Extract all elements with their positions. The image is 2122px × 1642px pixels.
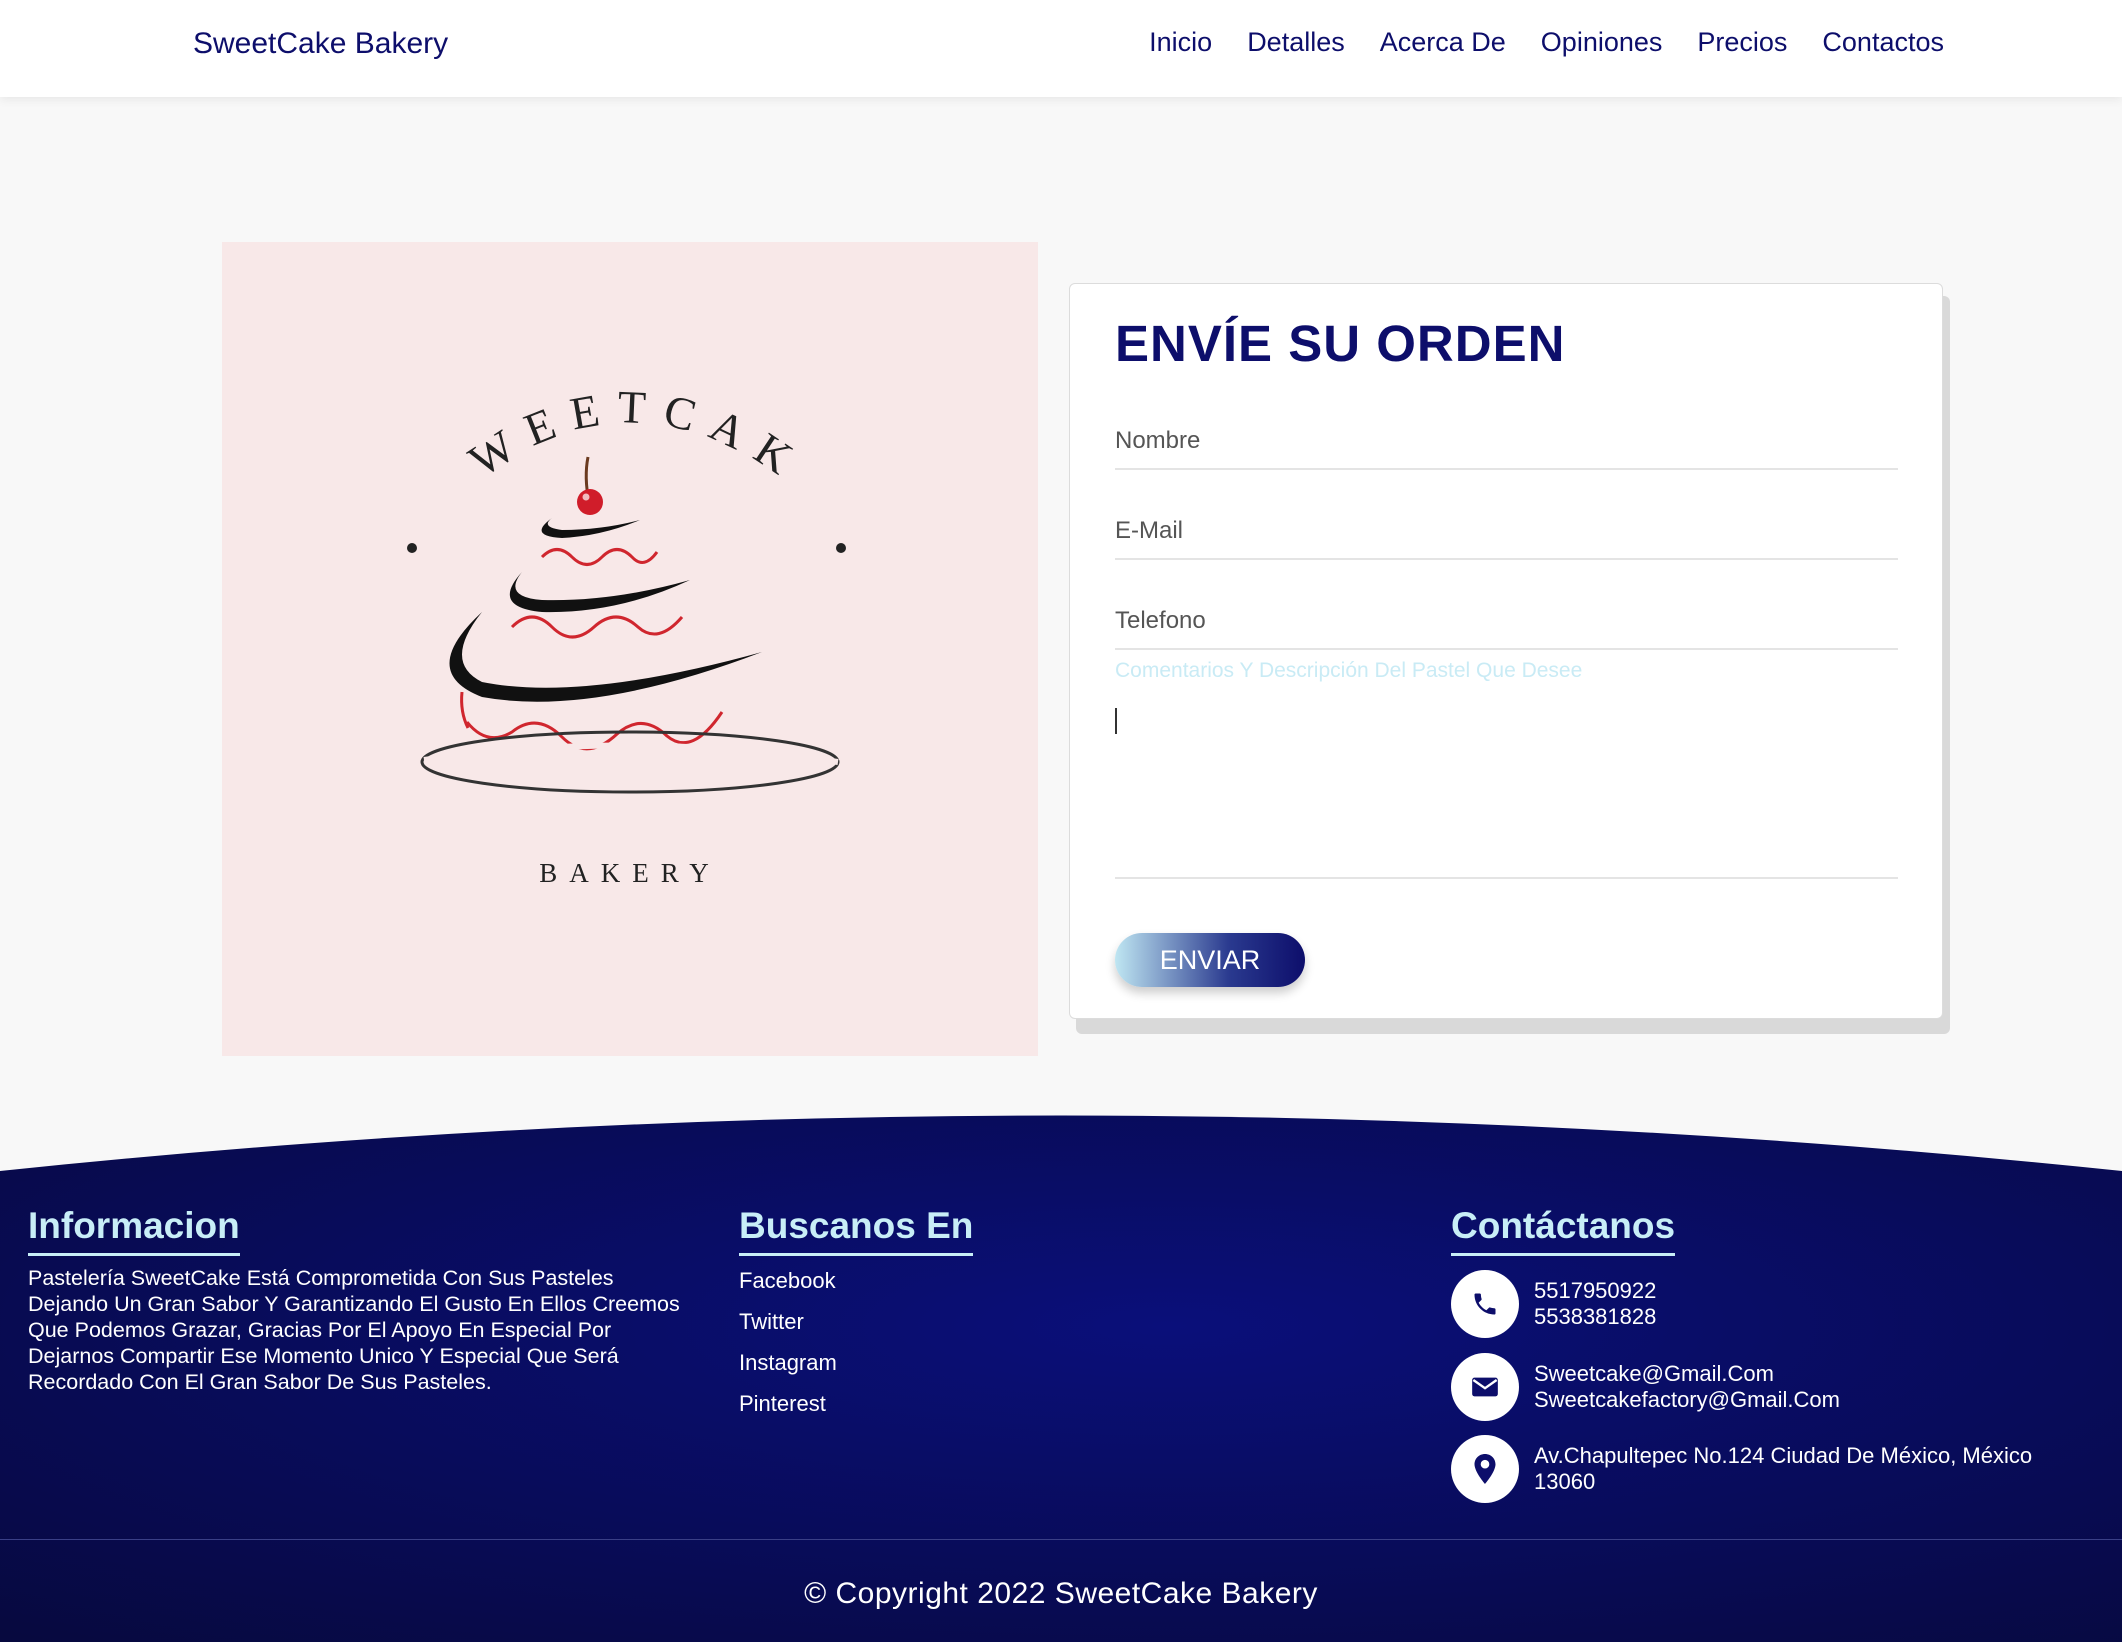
- copyright-text: © Copyright 2022 SweetCake Bakery: [804, 1577, 1318, 1610]
- info-paragraph: Pastelería SweetCake Está Comprometida C…: [28, 1266, 680, 1394]
- footer: Informacion Pastelería SweetCake Está Co…: [0, 1115, 2122, 1642]
- email-1[interactable]: Sweetcake@Gmail.Com: [1534, 1361, 1840, 1387]
- phone-number-1[interactable]: 5517950922: [1534, 1278, 1656, 1304]
- instagram-link[interactable]: Instagram: [739, 1350, 837, 1375]
- social-links: Facebook Twitter Instagram Pinterest: [739, 1268, 837, 1432]
- phone-numbers: 5517950922 5538381828: [1534, 1278, 1656, 1330]
- contact-heading: Contáctanos: [1451, 1205, 1676, 1256]
- comentarios-textarea[interactable]: [1115, 659, 1898, 879]
- pinterest-link[interactable]: Pinterest: [739, 1391, 837, 1416]
- cake-logo: SWEETCAKE BAKERY: [222, 242, 846, 888]
- nav-link-acerca-de[interactable]: Acerca De: [1380, 27, 1506, 58]
- facebook-link[interactable]: Facebook: [739, 1268, 837, 1293]
- nav-link-precios[interactable]: Precios: [1697, 27, 1787, 58]
- text-caret: [1115, 708, 1117, 734]
- map-pin-icon: [1451, 1435, 1519, 1503]
- emails: Sweetcake@Gmail.Com Sweetcakefactory@Gma…: [1534, 1361, 1840, 1413]
- nav-link-opiniones[interactable]: Opiniones: [1541, 27, 1663, 58]
- telefono-input[interactable]: [1115, 594, 1898, 650]
- form-title: ENVÍE SU ORDEN: [1115, 315, 1566, 372]
- email-2[interactable]: Sweetcakefactory@Gmail.Com: [1534, 1387, 1840, 1413]
- nav-link-detalles[interactable]: Detalles: [1247, 27, 1345, 58]
- address-line-1: Av.Chapultepec No.124 Ciudad De México, …: [1534, 1443, 2033, 1468]
- logo-top-text: SWEETCAKE: [222, 242, 815, 493]
- logo-bottom-text: BAKERY: [539, 858, 721, 888]
- envelope-icon: [1451, 1353, 1519, 1421]
- phone-number-2[interactable]: 5538381828: [1534, 1304, 1656, 1330]
- nav-link-inicio[interactable]: Inicio: [1149, 27, 1212, 58]
- brand-link[interactable]: SweetCake Bakery: [193, 27, 448, 61]
- footer-divider: [0, 1539, 2122, 1540]
- enviar-button[interactable]: ENVIAR: [1115, 933, 1305, 987]
- social-heading: Buscanos En: [739, 1205, 974, 1256]
- nav-link-contactos[interactable]: Contactos: [1822, 27, 1944, 58]
- address-line-2: 13060: [1534, 1469, 1596, 1494]
- nombre-input[interactable]: [1115, 414, 1898, 470]
- navbar: SweetCake Bakery Inicio Detalles Acerca …: [0, 0, 2122, 97]
- email-input[interactable]: [1115, 504, 1898, 560]
- address: Av.Chapultepec No.124 Ciudad De México, …: [1534, 1443, 2032, 1495]
- bakery-logo-image: SWEETCAKE BAKERY: [222, 242, 1038, 1056]
- twitter-link[interactable]: Twitter: [739, 1309, 837, 1334]
- info-heading: Informacion: [28, 1205, 240, 1256]
- order-form: ENVÍE SU ORDEN ENVIAR: [1069, 283, 1943, 1019]
- phone-icon: [1451, 1270, 1519, 1338]
- main-nav: Inicio Detalles Acerca De Opiniones Prec…: [1149, 27, 1944, 58]
